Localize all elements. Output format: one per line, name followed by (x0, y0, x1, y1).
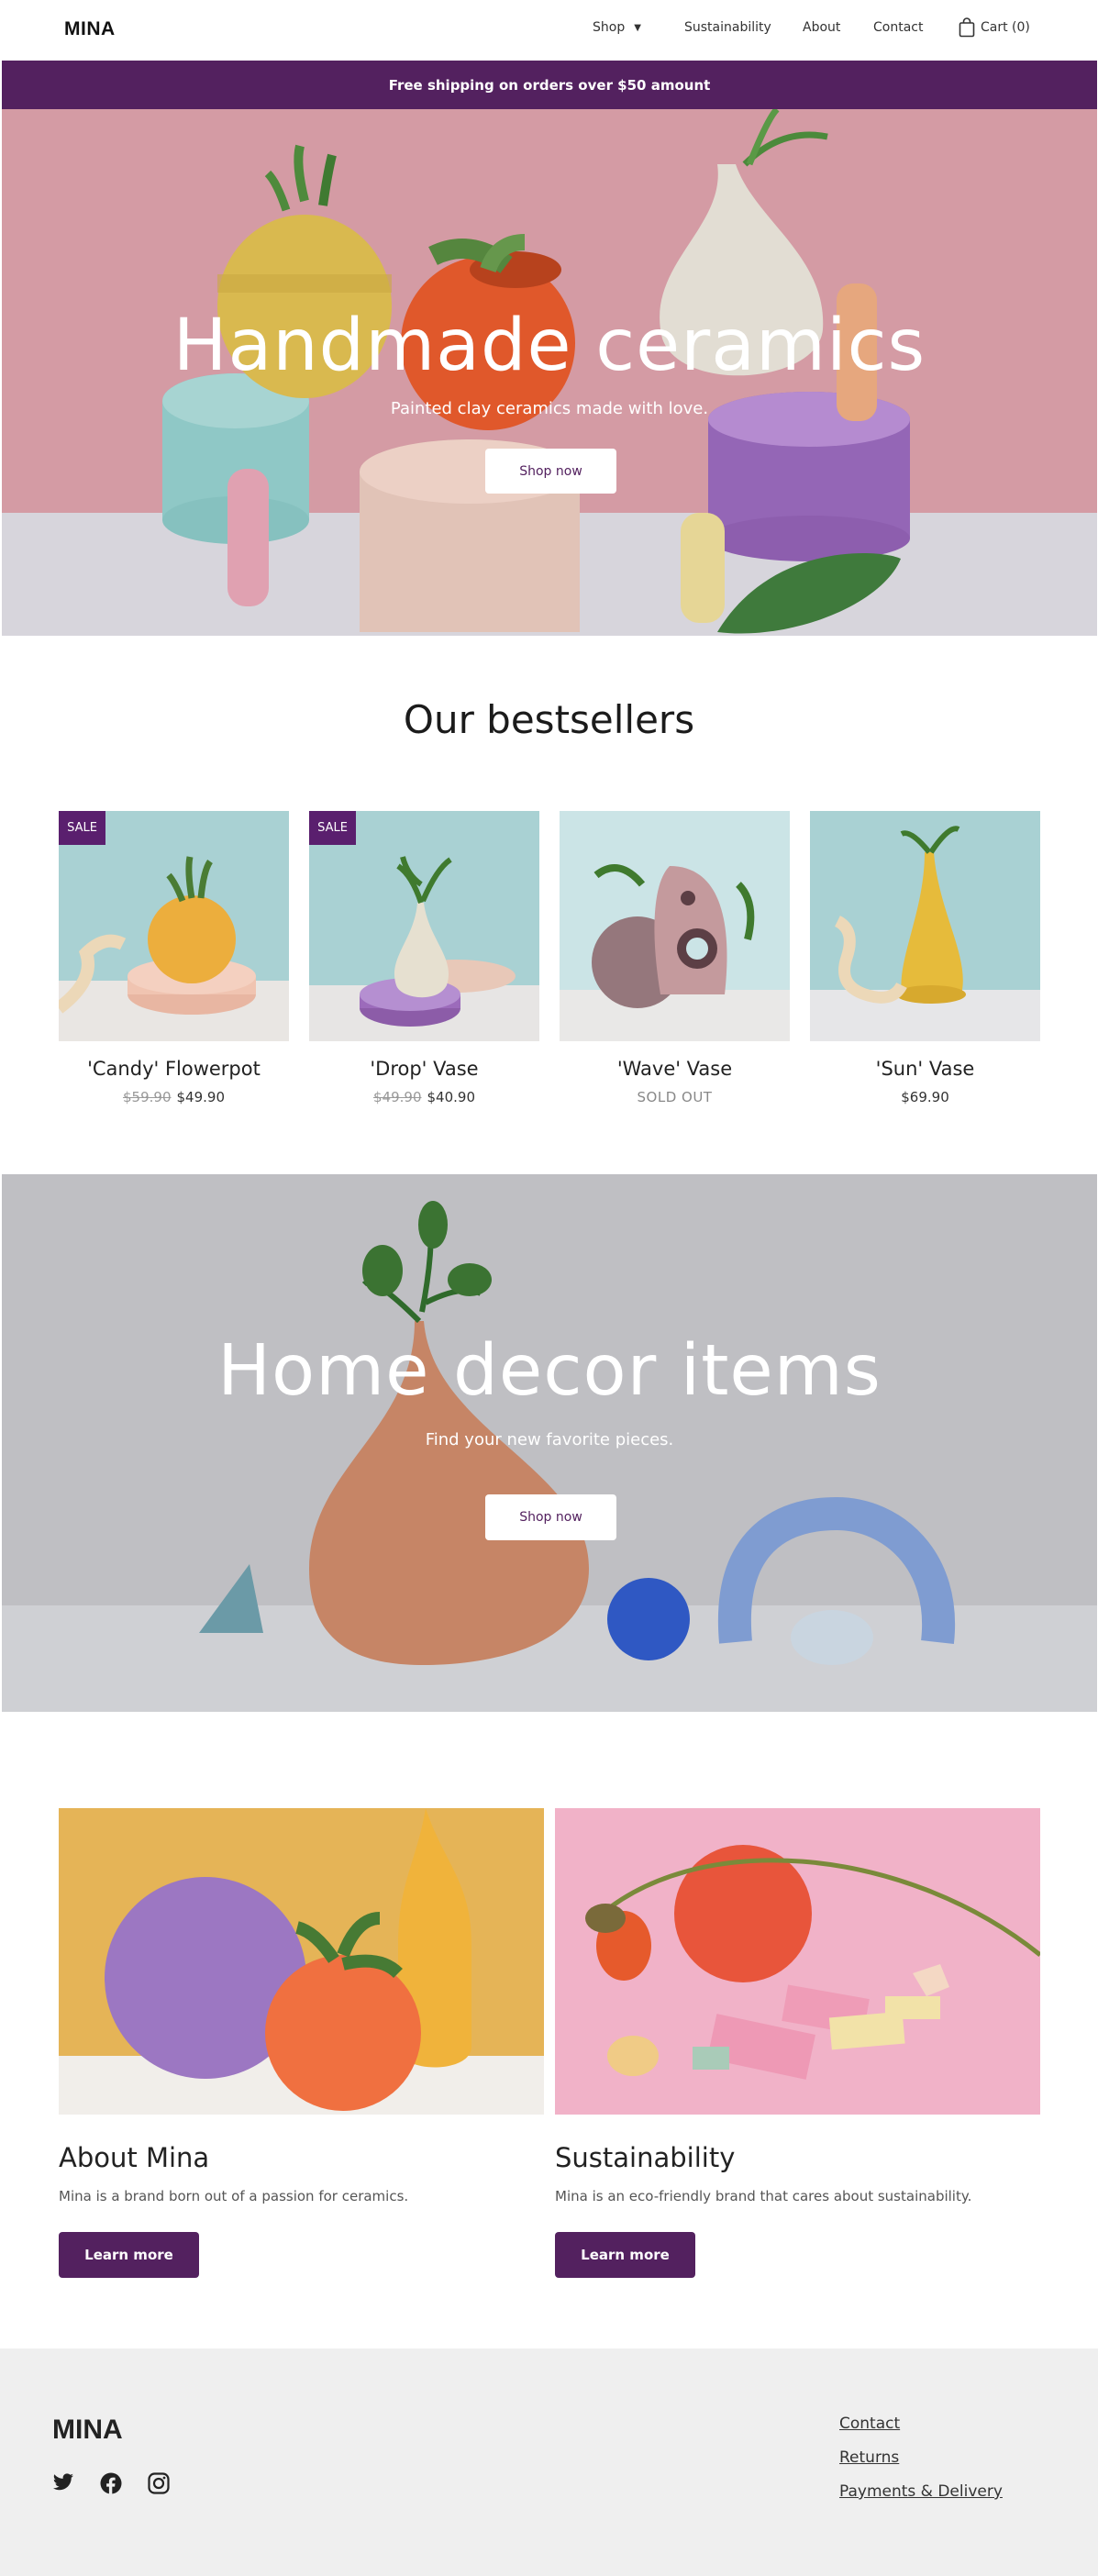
caret-down-icon: ▼ (634, 23, 641, 33)
sustainability-title: Sustainability (555, 2142, 736, 2173)
instagram-icon[interactable] (148, 2472, 172, 2496)
home-decor-shop-now-button[interactable]: Shop now (485, 1494, 616, 1540)
site-header: MINA Shop ▼ Sustainability About Contact … (0, 0, 1098, 61)
sale-price: $40.90 (427, 1089, 476, 1105)
cart-label: Cart (0) (981, 20, 1030, 35)
product-name[interactable]: 'Drop' Vase (309, 1058, 539, 1080)
product-name[interactable]: 'Sun' Vase (810, 1058, 1040, 1080)
nav-shop[interactable]: Shop ▼ (593, 20, 641, 35)
product-card[interactable]: 'Wave' Vase SOLD OUT (560, 811, 790, 1105)
hero-title: Handmade ceramics (172, 305, 926, 387)
product-card[interactable]: SALE 'Candy' Flowerpot $59.90 $49.90 (59, 811, 289, 1105)
product-price: $59.90 $49.90 (59, 1089, 289, 1105)
nav-contact[interactable]: Contact (873, 20, 923, 35)
price: $69.90 (901, 1089, 949, 1105)
nav-cart[interactable]: Cart (0) (959, 17, 1030, 38)
old-price: $49.90 (373, 1089, 422, 1105)
about-title: About Mina (59, 2142, 210, 2173)
hero-banner: Handmade ceramics Painted clay ceramics … (2, 109, 1097, 636)
product-image[interactable] (560, 811, 790, 1041)
sustainability-feature: Sustainability Mina is an eco-friendly b… (555, 1808, 1040, 2278)
about-mina-image (59, 1808, 544, 2115)
sold-out-label: SOLD OUT (637, 1089, 713, 1105)
sustainability-description: Mina is an eco-friendly brand that cares… (555, 2188, 972, 2204)
home-decor-subtitle: Find your new favorite pieces. (425, 1430, 674, 1449)
sale-price: $49.90 (176, 1089, 226, 1105)
product-price: $69.90 (810, 1089, 1040, 1105)
twitter-icon[interactable] (52, 2472, 76, 2496)
facebook-icon[interactable] (100, 2472, 124, 2496)
footer-link-contact[interactable]: Contact (839, 2415, 1003, 2433)
social-links (52, 2472, 195, 2496)
announcement-bar: Free shipping on orders over $50 amount (2, 61, 1097, 109)
bestsellers-title: Our bestsellers (403, 697, 695, 742)
drop-vase-image (309, 811, 539, 1041)
about-description: Mina is a brand born out of a passion fo… (59, 2188, 409, 2204)
footer-link-payments-delivery[interactable]: Payments & Delivery (839, 2482, 1003, 2501)
product-price: SOLD OUT (560, 1089, 790, 1105)
product-name[interactable]: 'Candy' Flowerpot (59, 1058, 289, 1080)
shopping-bag-icon (959, 17, 975, 38)
home-decor-title: Home decor items (217, 1330, 882, 1412)
product-name[interactable]: 'Wave' Vase (560, 1058, 790, 1080)
product-price: $49.90 $40.90 (309, 1089, 539, 1105)
product-image[interactable]: SALE (309, 811, 539, 1041)
home-decor-banner: Home decor items Find your new favorite … (2, 1174, 1097, 1712)
nav-about[interactable]: About (803, 20, 840, 35)
site-footer: MINA Contact Returns Payments & Delivery (0, 2348, 1098, 2576)
product-card[interactable]: 'Sun' Vase $69.90 (810, 811, 1040, 1105)
product-image[interactable]: SALE (59, 811, 289, 1041)
announcement-text: Free shipping on orders over $50 amount (388, 76, 711, 94)
about-image (59, 1808, 544, 2115)
about-learn-more-button[interactable]: Learn more (59, 2232, 199, 2278)
sustainability-learn-more-button[interactable]: Learn more (555, 2232, 695, 2278)
sun-vase-image (810, 811, 1040, 1041)
footer-links: Contact Returns Payments & Delivery (839, 2415, 1003, 2516)
sustainability-image (555, 1808, 1040, 2115)
nav-shop-label: Shop (593, 20, 626, 35)
hero-subtitle: Painted clay ceramics made with love. (390, 399, 709, 418)
footer-logo[interactable]: MINA (52, 2415, 123, 2446)
product-image[interactable] (810, 811, 1040, 1041)
sale-badge: SALE (59, 811, 105, 845)
sale-badge: SALE (309, 811, 356, 845)
wave-vase-image (560, 811, 790, 1041)
product-card[interactable]: SALE 'Drop' Vase $49.90 $40.90 (309, 811, 539, 1105)
footer-link-returns[interactable]: Returns (839, 2448, 1003, 2467)
about-feature: About Mina Mina is a brand born out of a… (59, 1808, 544, 2278)
old-price: $59.90 (123, 1089, 172, 1105)
sustainability-ceramics-image (555, 1808, 1040, 2115)
nav-sustainability[interactable]: Sustainability (684, 20, 771, 35)
hero-shop-now-button[interactable]: Shop now (485, 449, 616, 494)
main-nav: Shop ▼ Sustainability About Contact Cart … (0, 0, 1098, 61)
candy-flowerpot-image (59, 811, 289, 1041)
